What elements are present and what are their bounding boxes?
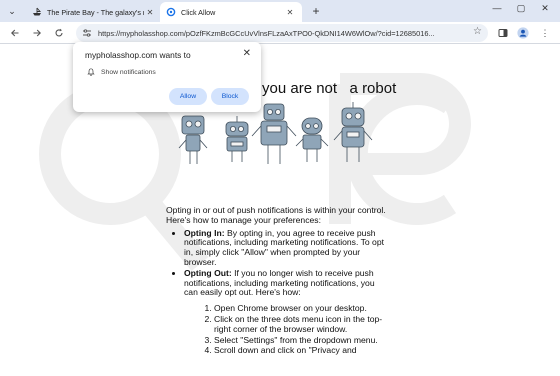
back-arrow-icon[interactable] [8,26,22,40]
site-settings-icon[interactable] [80,26,94,40]
menu-dots-icon[interactable]: ⋮ [538,26,552,40]
close-icon[interactable]: ✕ [243,48,251,59]
close-icon[interactable]: ✕ [284,8,296,17]
url-text: https://mypholasshop.com/pOzfFKzmBcGCcUv… [98,28,435,38]
sidebar-icon[interactable] [496,26,510,40]
opt-out-steps: Open Chrome browser on your desktop. Cli… [214,303,388,356]
step-item: Scroll down and click on "Privacy and [214,346,388,356]
minimize-icon[interactable]: — [488,3,506,14]
tab-strip: ⌄ The Pirate Bay - The galaxy's m ✕ Clic… [0,0,560,22]
forward-arrow-icon[interactable] [30,26,44,40]
pirate-ship-favicon [32,7,42,17]
popup-title: mypholasshop.com wants to [85,50,191,60]
browser-toolbar: https://mypholasshop.com/pOzfFKzmBcGCcUv… [0,22,560,44]
maximize-icon[interactable]: ▢ [512,3,530,14]
opt-list: Opting In: By opting in, you agree to re… [184,227,388,357]
opt-out-label: Opting Out: [184,267,232,278]
close-icon[interactable]: ✕ [144,8,156,17]
reload-icon[interactable] [52,26,66,40]
permission-row: Show notifications [87,68,156,76]
opt-out-item: Opting Out: If you no longer wish to rec… [184,267,388,356]
click-allow-favicon [166,7,176,17]
step-item: Open Chrome browser on your desktop. [214,303,388,314]
new-tab-icon[interactable]: + [308,3,324,19]
robots-illustration [178,102,373,164]
bell-icon [87,68,95,76]
tab-title: The Pirate Bay - The galaxy's m [47,7,144,17]
close-window-icon[interactable]: ✕ [536,3,554,14]
address-bar[interactable]: https://mypholasshop.com/pOzfFKzmBcGCcUv… [76,24,488,42]
block-button[interactable]: Block [211,88,249,105]
star-icon[interactable]: ☆ [473,26,482,37]
notification-info-text: Opting in or out of push notifications i… [166,205,388,357]
intro-paragraph: Opting in or out of push notifications i… [166,205,386,225]
profile-icon[interactable] [516,26,530,40]
permission-label: Show notifications [101,68,156,76]
tab-title: Click Allow [181,7,216,17]
step-item: Select "Settings" from the dropdown menu… [214,335,388,346]
tab-dropdown-icon[interactable]: ⌄ [4,4,20,18]
window-controls: — ▢ ✕ [488,3,554,14]
notification-permission-popup: mypholasshop.com wants to ✕ Show notific… [73,42,261,112]
tab-click-allow[interactable]: Click Allow ✕ [160,2,302,22]
step-item: Click on the three dots menu icon in the… [214,314,388,335]
allow-button[interactable]: Allow [169,88,207,105]
opt-in-item: Opting In: By opting in, you agree to re… [184,227,388,268]
page-heading: you are not a robot [262,80,397,97]
opt-in-label: Opting In: [184,227,225,238]
tab-pirate-bay[interactable]: The Pirate Bay - The galaxy's m ✕ [26,2,162,22]
